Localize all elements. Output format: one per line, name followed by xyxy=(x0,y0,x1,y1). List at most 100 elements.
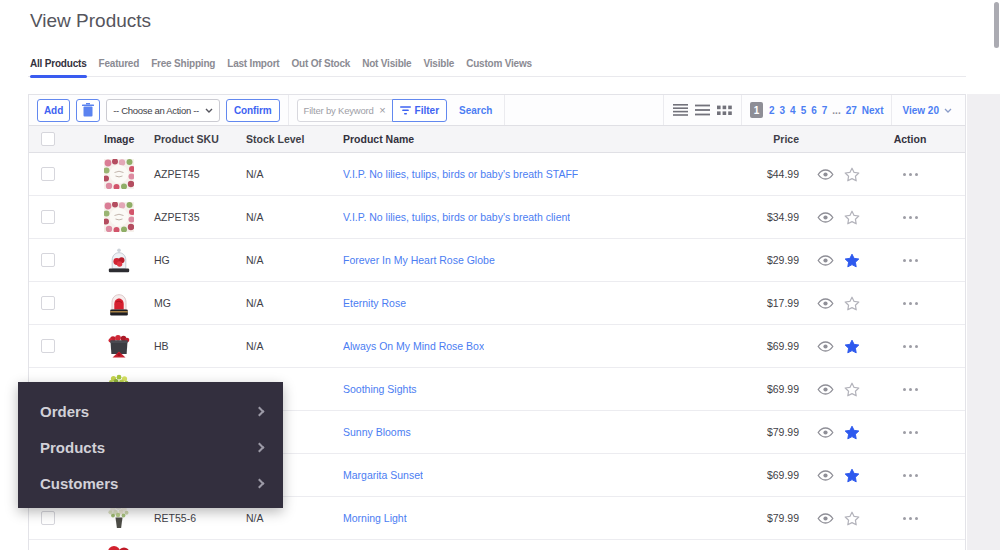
product-price: $17.99 xyxy=(714,297,799,309)
row-checkbox[interactable] xyxy=(41,167,55,181)
view-per-page-select[interactable]: View 20 xyxy=(892,105,965,116)
delete-button[interactable] xyxy=(76,99,100,122)
page-6[interactable]: 6 xyxy=(811,105,817,116)
add-button[interactable]: Add xyxy=(37,99,70,122)
page-7[interactable]: 7 xyxy=(822,105,828,116)
visibility-eye-icon[interactable] xyxy=(817,513,834,524)
visibility-eye-icon[interactable] xyxy=(817,298,834,309)
search-link[interactable]: Search xyxy=(459,105,492,116)
product-thumbnail[interactable] xyxy=(104,331,134,361)
clear-filter-icon[interactable]: × xyxy=(379,104,385,116)
tab-featured[interactable]: Featured xyxy=(99,50,140,76)
visibility-eye-icon[interactable] xyxy=(817,384,834,395)
product-thumbnail[interactable] xyxy=(104,159,134,189)
visibility-eye-icon[interactable] xyxy=(817,470,834,481)
tab-last-import[interactable]: Last Import xyxy=(227,50,279,76)
list-dense-view-icon[interactable] xyxy=(673,104,688,116)
scrollbar-thumb[interactable] xyxy=(994,2,999,48)
product-name-link[interactable]: Margarita Sunset xyxy=(343,469,423,481)
product-name-link[interactable]: Morning Light xyxy=(343,512,407,524)
product-name-link[interactable]: V.I.P. No lilies, tulips, birds or baby'… xyxy=(343,211,570,223)
toolbar: Add -- Choose an Action -- Confirm Filte… xyxy=(29,95,965,125)
product-name-link[interactable]: Sunny Blooms xyxy=(343,426,411,438)
row-actions-button[interactable] xyxy=(903,259,918,262)
chevron-right-icon xyxy=(255,442,265,452)
header-name: Product Name xyxy=(343,133,714,145)
menu-item-customers[interactable]: Customers xyxy=(18,465,283,501)
filter-group: Filter by Keyword × Filter xyxy=(297,99,447,122)
header-sku: Product SKU xyxy=(154,133,246,145)
page-next[interactable]: Next xyxy=(862,105,884,116)
grid-view-icon[interactable] xyxy=(717,105,732,116)
page-current[interactable]: 1 xyxy=(750,102,763,118)
tab-all-products[interactable]: All Products xyxy=(30,50,87,76)
product-sku: RET55-6 xyxy=(154,512,246,524)
product-name-link[interactable]: Soothing Sights xyxy=(343,383,417,395)
page-5[interactable]: 5 xyxy=(801,105,807,116)
select-all-checkbox[interactable] xyxy=(41,132,55,146)
row-checkbox[interactable] xyxy=(41,511,55,525)
row-actions-button[interactable] xyxy=(903,388,918,391)
product-name-link[interactable]: Eternity Rose xyxy=(343,297,406,309)
product-sku: AZPET45 xyxy=(154,168,246,180)
tab-custom-views[interactable]: Custom Views xyxy=(466,50,532,76)
row-actions-button[interactable] xyxy=(903,431,918,434)
row-checkbox[interactable] xyxy=(41,296,55,310)
product-price: $34.99 xyxy=(714,211,799,223)
menu-item-products[interactable]: Products xyxy=(18,429,283,465)
confirm-button[interactable]: Confirm xyxy=(226,99,280,122)
tab-not-visible[interactable]: Not Visible xyxy=(362,50,411,76)
visibility-eye-icon[interactable] xyxy=(817,255,834,266)
table-row xyxy=(29,540,965,550)
row-actions-button[interactable] xyxy=(903,216,918,219)
stock-level: N/A xyxy=(246,297,343,309)
visibility-eye-icon[interactable] xyxy=(817,212,834,223)
header-stock: Stock Level xyxy=(246,133,343,145)
menu-item-orders[interactable]: Orders xyxy=(18,393,283,429)
product-price: $69.99 xyxy=(714,469,799,481)
filter-icon xyxy=(400,106,411,115)
toolbar-right: 1234567...27Next View 20 xyxy=(663,95,965,125)
visibility-eye-icon[interactable] xyxy=(817,341,834,352)
row-actions-button[interactable] xyxy=(903,345,918,348)
product-price: $79.99 xyxy=(714,512,799,524)
product-thumbnail[interactable] xyxy=(104,202,134,232)
filter-button[interactable]: Filter xyxy=(392,99,447,122)
product-thumbnail[interactable] xyxy=(104,288,134,318)
row-actions-button[interactable] xyxy=(903,173,918,176)
page-3[interactable]: 3 xyxy=(780,105,786,116)
header-action: Action xyxy=(855,133,965,145)
chevron-right-icon xyxy=(255,406,265,416)
product-thumbnail[interactable] xyxy=(104,245,134,275)
product-sku: HB xyxy=(154,340,246,352)
product-name-link[interactable]: V.I.P. No lilies, tulips, birds or baby'… xyxy=(343,168,578,180)
page-27[interactable]: 27 xyxy=(846,105,857,116)
list-view-icon[interactable] xyxy=(695,104,710,116)
page-4[interactable]: 4 xyxy=(790,105,796,116)
tab-out-of-stock[interactable]: Out Of Stock xyxy=(291,50,350,76)
stock-level: N/A xyxy=(246,168,343,180)
row-checkbox[interactable] xyxy=(41,339,55,353)
row-checkbox[interactable] xyxy=(41,253,55,267)
toolbar-divider xyxy=(504,95,505,125)
menu-item-label: Orders xyxy=(40,403,89,420)
product-name-link[interactable]: Forever In My Heart Rose Globe xyxy=(343,254,495,266)
action-select[interactable]: -- Choose an Action -- xyxy=(106,99,220,122)
row-checkbox[interactable] xyxy=(41,210,55,224)
row-actions-button[interactable] xyxy=(903,517,918,520)
visibility-eye-icon[interactable] xyxy=(817,427,834,438)
filter-keyword-input[interactable]: Filter by Keyword × xyxy=(297,99,393,122)
page-2[interactable]: 2 xyxy=(769,105,775,116)
row-actions-button[interactable] xyxy=(903,474,918,477)
tab-bar: All Products Featured Free Shipping Last Im… xyxy=(28,50,966,77)
tab-free-shipping[interactable]: Free Shipping xyxy=(151,50,215,76)
chevron-down-icon xyxy=(944,108,952,113)
tab-visible[interactable]: Visible xyxy=(423,50,454,76)
product-sku: AZPET35 xyxy=(154,211,246,223)
product-thumbnail[interactable] xyxy=(104,546,134,550)
row-actions-button[interactable] xyxy=(903,302,918,305)
stock-level: N/A xyxy=(246,211,343,223)
product-price: $69.99 xyxy=(714,383,799,395)
visibility-eye-icon[interactable] xyxy=(817,169,834,180)
product-name-link[interactable]: Always On My Mind Rose Box xyxy=(343,340,484,352)
